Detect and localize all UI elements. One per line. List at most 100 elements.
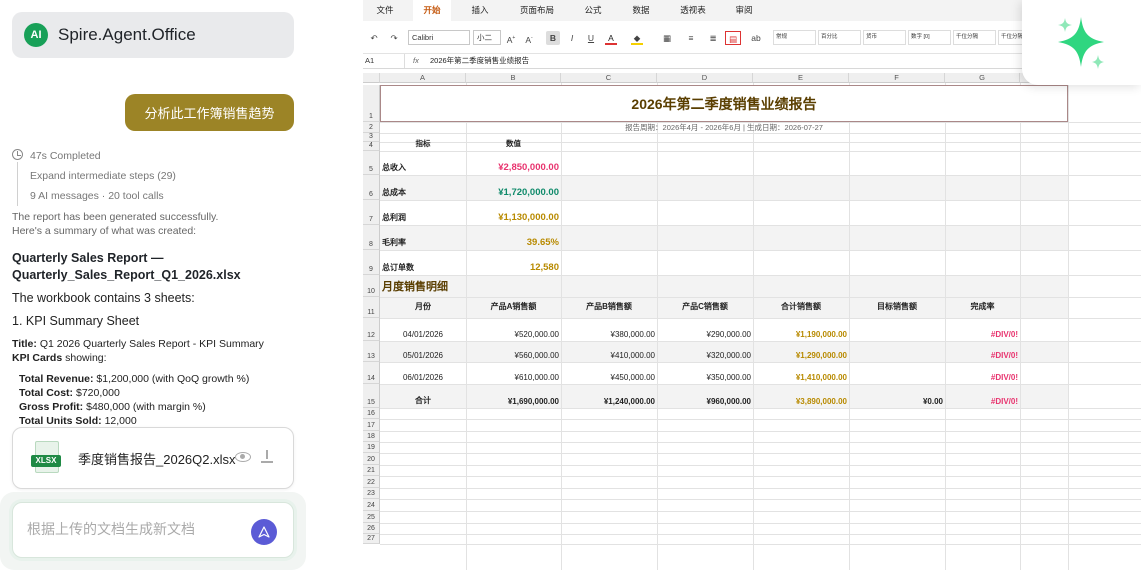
merge-icon[interactable]: ▤	[725, 31, 741, 45]
row-header[interactable]: 12	[363, 318, 380, 341]
formula-input[interactable]: 2026年第二季度销售业绩报告	[430, 54, 529, 68]
report-subtitle[interactable]: 报告周期：2026年4月 - 2026年6月 | 生成日期：2026-07-27	[380, 122, 1068, 133]
kpi-value[interactable]: ¥2,850,000.00	[468, 151, 559, 175]
row-header[interactable]: 9	[363, 250, 380, 275]
row-header[interactable]: 13	[363, 341, 380, 362]
row-header[interactable]: 4	[363, 142, 380, 151]
row-header[interactable]: 14	[363, 362, 380, 384]
tab-insert[interactable]: 插入	[465, 0, 495, 21]
column-header[interactable]: C	[561, 73, 657, 83]
column-header[interactable]: F	[849, 73, 945, 83]
chat-input[interactable]	[27, 521, 247, 537]
table-cell[interactable]: 04/01/2026	[382, 318, 464, 341]
table-cell[interactable]: ¥380,000.00	[563, 318, 656, 341]
total-cell[interactable]: #DIV/0!	[947, 384, 1018, 408]
align-icon[interactable]: ≡	[685, 31, 697, 45]
bold-button[interactable]: B	[546, 31, 560, 45]
table-cell[interactable]: ¥560,000.00	[468, 341, 560, 362]
table-header[interactable]: 产品A销售额	[468, 297, 559, 318]
row-header[interactable]: 22	[363, 476, 380, 488]
decrease-font-icon[interactable]: A-	[523, 31, 535, 45]
column-header[interactable]: E	[753, 73, 849, 83]
table-cell[interactable]: #DIV/0!	[947, 318, 1018, 341]
kpi-label[interactable]: 毛利率	[382, 225, 464, 250]
total-cell[interactable]: ¥3,890,000.00	[755, 384, 847, 408]
redo-icon[interactable]: ↷	[387, 31, 401, 45]
tab-page-layout[interactable]: 页面布局	[513, 0, 561, 21]
table-cell[interactable]: ¥290,000.00	[659, 318, 752, 341]
style-normal[interactable]: 常规	[773, 30, 816, 45]
table-header[interactable]: 合计销售额	[755, 297, 847, 318]
row-header[interactable]: 3	[363, 133, 380, 142]
table-cell[interactable]: ¥1,290,000.00	[755, 341, 847, 362]
download-icon[interactable]	[261, 450, 273, 464]
table-cell[interactable]	[851, 341, 943, 362]
kpi-label[interactable]: 总订单数	[382, 250, 464, 275]
kpi-value[interactable]: ¥1,720,000.00	[468, 175, 559, 200]
border-icon[interactable]: ▦	[661, 31, 673, 45]
row-header[interactable]: 18	[363, 431, 380, 442]
kpi-header-value[interactable]: 数值	[468, 139, 559, 151]
kpi-value[interactable]: 39.65%	[468, 225, 559, 250]
total-cell[interactable]: ¥1,240,000.00	[563, 384, 655, 408]
tab-data[interactable]: 数据	[625, 0, 657, 21]
undo-icon[interactable]: ↶	[367, 31, 381, 45]
name-box[interactable]: A1	[365, 54, 405, 68]
table-cell[interactable]: 05/01/2026	[382, 341, 464, 362]
row-header[interactable]: 7	[363, 200, 380, 225]
font-name-select[interactable]: Calibri	[408, 30, 470, 45]
file-attachment-card[interactable]: XLSX 季度销售报告_2026Q2.xlsx	[12, 427, 294, 489]
column-header[interactable]: D	[657, 73, 753, 83]
row-header[interactable]: 21	[363, 465, 380, 476]
select-all-corner[interactable]	[363, 73, 380, 83]
row-header[interactable]: 11	[363, 297, 380, 318]
table-header[interactable]: 月份	[382, 297, 464, 318]
row-header[interactable]: 26	[363, 523, 380, 534]
total-cell[interactable]: ¥0.00	[851, 384, 943, 408]
fill-color-icon[interactable]: ◆	[631, 31, 643, 45]
table-cell[interactable]: #DIV/0!	[947, 341, 1018, 362]
style-percent[interactable]: 百分比	[818, 30, 861, 45]
tab-formulas[interactable]: 公式	[577, 0, 609, 21]
table-cell[interactable]: ¥410,000.00	[563, 341, 656, 362]
row-header[interactable]: 23	[363, 488, 380, 499]
send-button[interactable]	[251, 519, 277, 545]
row-header[interactable]: 16	[363, 408, 380, 419]
font-color-icon[interactable]: A	[605, 31, 617, 45]
row-header[interactable]: 25	[363, 511, 380, 523]
table-cell[interactable]: ¥1,190,000.00	[755, 318, 847, 341]
table-cell[interactable]: ¥450,000.00	[563, 362, 656, 384]
row-header[interactable]: 15	[363, 384, 380, 408]
table-cell[interactable]: #DIV/0!	[947, 362, 1018, 384]
total-cell[interactable]: ¥1,690,000.00	[468, 384, 559, 408]
row-header[interactable]: 10	[363, 275, 380, 297]
style-number[interactable]: 数字 [0]	[908, 30, 951, 45]
total-cell[interactable]: 合计	[382, 384, 464, 408]
style-thousands[interactable]: 千位分隔	[953, 30, 996, 45]
row-header[interactable]: 8	[363, 225, 380, 250]
table-cell[interactable]: ¥610,000.00	[468, 362, 560, 384]
row-header[interactable]: 17	[363, 419, 380, 431]
tab-file[interactable]: 文件	[369, 0, 401, 21]
italic-button[interactable]: I	[566, 31, 578, 45]
table-header[interactable]: 目标销售额	[851, 297, 943, 318]
kpi-label[interactable]: 总利润	[382, 200, 464, 225]
increase-font-icon[interactable]: A+	[505, 31, 517, 45]
table-cell[interactable]	[851, 318, 943, 341]
kpi-label[interactable]: 总收入	[382, 151, 464, 175]
row-header[interactable]: 2	[363, 122, 380, 133]
section-title[interactable]: 月度销售明细	[382, 275, 448, 297]
table-cell[interactable]: ¥1,410,000.00	[755, 362, 847, 384]
column-header[interactable]: B	[466, 73, 561, 83]
row-header[interactable]: 6	[363, 175, 380, 200]
cell-grid[interactable]: A B C D E F G 1 2 3 4 5 6 7 8 9 10 11 12 13 14 15 16 17 18 19 20 21…	[363, 69, 1141, 570]
underline-button[interactable]: U	[585, 31, 597, 45]
tab-home[interactable]: 开始	[413, 0, 451, 21]
row-header[interactable]: 27	[363, 534, 380, 544]
table-cell[interactable]: 06/01/2026	[382, 362, 464, 384]
tab-pivot[interactable]: 透视表	[675, 0, 711, 21]
expand-steps-link[interactable]: Expand intermediate steps (29)	[30, 170, 176, 182]
column-header[interactable]: G	[945, 73, 1020, 83]
ai-sparkle-card[interactable]	[1022, 0, 1141, 85]
wrap-icon[interactable]: ≣	[707, 31, 719, 45]
